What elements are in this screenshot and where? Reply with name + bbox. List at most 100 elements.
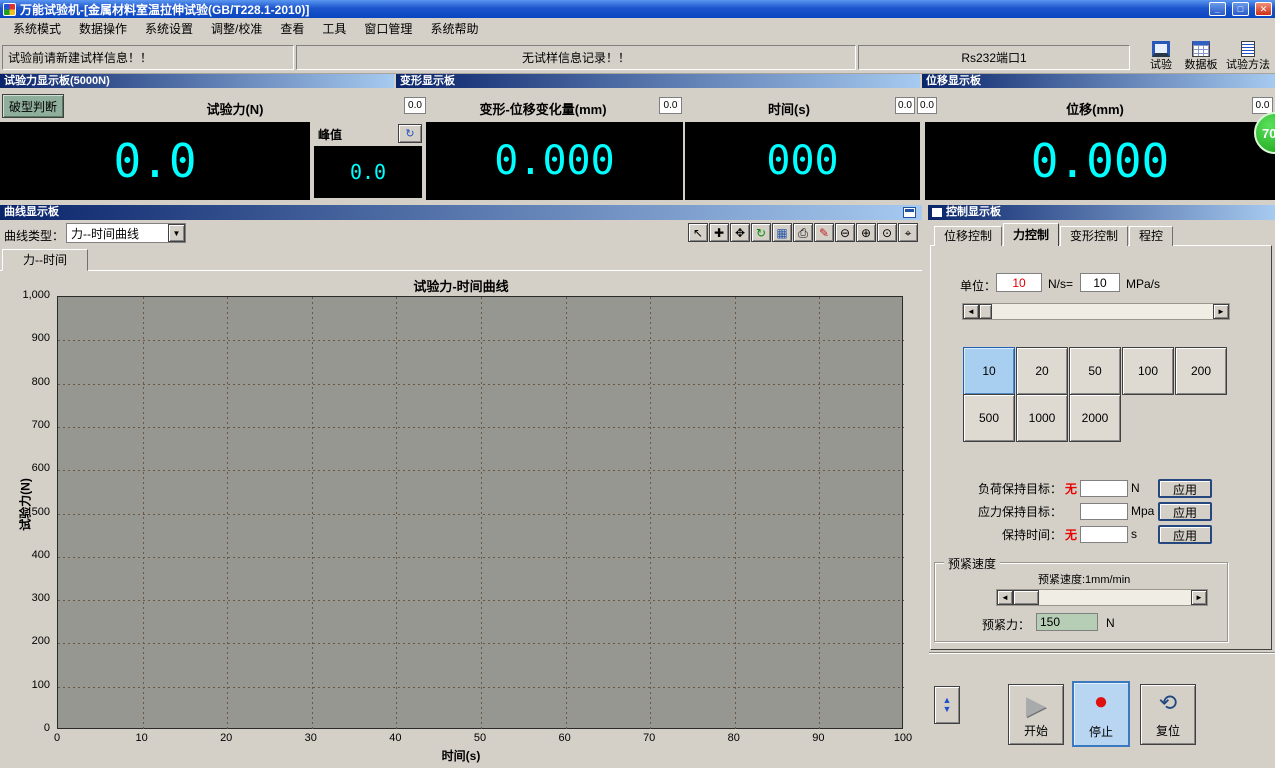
preset-100-button[interactable]: 100: [1122, 347, 1174, 395]
y-tick-label: 1,000: [0, 289, 52, 301]
restore-window-icon[interactable]: [903, 207, 916, 218]
scroll-thumb[interactable]: [1013, 590, 1039, 605]
x-tick-label: 10: [120, 732, 164, 744]
preset-10-button[interactable]: 10: [963, 347, 1015, 395]
force-small-value: 0.0: [404, 97, 426, 114]
curve-panel-header: 曲线显示板: [0, 205, 922, 220]
force-panel-header: 试验力显示板(5000N): [0, 74, 394, 88]
tab-force-control[interactable]: 力控制: [1003, 223, 1059, 246]
menu-adjust-calibrate[interactable]: 调整/校准: [202, 19, 271, 39]
hold-time-input[interactable]: [1080, 526, 1128, 543]
deform-label: 变形-位移变化量(mm): [430, 99, 656, 118]
pan-icon[interactable]: [730, 223, 750, 242]
print-icon[interactable]: [793, 223, 813, 242]
minimize-button[interactable]: _: [1209, 2, 1226, 16]
y-tick-label: 100: [0, 679, 52, 691]
force-label: 试验力(N): [70, 99, 400, 118]
rate-scrollbar[interactable]: [962, 303, 1230, 320]
menu-system-mode[interactable]: 系统模式: [4, 19, 70, 39]
unit-suffix-label: MPa/s: [1126, 277, 1160, 291]
peak-reset-icon[interactable]: [398, 124, 422, 143]
pen-icon[interactable]: [814, 223, 834, 242]
stress-hold-apply-button[interactable]: 应用: [1158, 502, 1212, 521]
zoom-out-icon[interactable]: [835, 223, 855, 242]
menu-system-help[interactable]: 系统帮助: [421, 19, 487, 39]
y-tick-label: 700: [0, 419, 52, 431]
chart-title: 试验力-时间曲线: [0, 276, 922, 295]
test-method-toolbar-button[interactable]: 试验方法: [1222, 41, 1274, 73]
load-hold-input[interactable]: [1080, 480, 1128, 497]
preset-500-button[interactable]: 500: [963, 394, 1015, 442]
app-icon: [3, 3, 16, 16]
preload-speed-scrollbar[interactable]: [996, 589, 1208, 606]
reset-button[interactable]: 复位: [1140, 684, 1196, 745]
stress-hold-input[interactable]: [1080, 503, 1128, 520]
preset-50-button[interactable]: 50: [1069, 347, 1121, 395]
peak-label: 峰值: [318, 126, 342, 143]
title-bar: 万能试验机-[金属材料室温拉伸试验(GB/T228.1-2010)] _ □ ✕: [0, 0, 1275, 18]
crosshair-icon[interactable]: [709, 223, 729, 242]
hold-time-label: 保持时间：: [934, 526, 1062, 543]
menu-data-operations[interactable]: 数据操作: [70, 19, 136, 39]
tab-program-control[interactable]: 程控: [1129, 226, 1173, 246]
preset-200-button[interactable]: 200: [1175, 347, 1227, 395]
preset-2000-button[interactable]: 2000: [1069, 394, 1121, 442]
displacement-led-display: 0.000: [925, 122, 1275, 200]
maximize-button[interactable]: □: [1232, 2, 1249, 16]
x-tick-label: 50: [458, 732, 502, 744]
divider: [929, 652, 1275, 654]
preload-speed-label: 预紧速度:1mm/min: [1038, 571, 1130, 587]
start-button[interactable]: 开始: [1008, 684, 1064, 745]
preload-force-input[interactable]: [1036, 613, 1098, 631]
zoom-window-icon[interactable]: [877, 223, 897, 242]
menu-view[interactable]: 查看: [271, 19, 313, 39]
scroll-right-icon[interactable]: [1213, 304, 1229, 319]
port-status: Rs232端口1: [858, 45, 1130, 70]
stress-rate-input[interactable]: [1080, 273, 1120, 292]
control-tab-strip: 位移控制 力控制 变形控制 程控: [934, 223, 1174, 246]
break-judge-button[interactable]: 破型判断: [2, 94, 64, 118]
tab-force-time-curve[interactable]: 力--时间: [2, 249, 88, 271]
menu-system-settings[interactable]: 系统设置: [136, 19, 202, 39]
x-tick-label: 40: [373, 732, 417, 744]
scroll-right-icon[interactable]: [1191, 590, 1207, 605]
time-small-value-2: 0.0: [917, 97, 937, 114]
stop-button[interactable]: 停止: [1072, 681, 1130, 747]
application-window: 万能试验机-[金属材料室温拉伸试验(GB/T228.1-2010)] _ □ ✕…: [0, 0, 1275, 768]
deform-small-value: 0.0: [659, 97, 682, 114]
scroll-left-icon[interactable]: [997, 590, 1013, 605]
preset-20-button[interactable]: 20: [1016, 347, 1068, 395]
refresh-icon[interactable]: [751, 223, 771, 242]
data-board-toolbar-button[interactable]: 数据板: [1178, 41, 1224, 73]
preset-1000-button[interactable]: 1000: [1016, 394, 1068, 442]
menu-window-manage[interactable]: 窗口管理: [355, 19, 421, 39]
test-method-toolbar-label: 试验方法: [1226, 58, 1270, 72]
hold-time-apply-button[interactable]: 应用: [1158, 525, 1212, 544]
tab-deform-control[interactable]: 变形控制: [1060, 226, 1128, 246]
plot-area[interactable]: [57, 296, 903, 729]
control-panel-title: 控制显示板: [946, 205, 1001, 220]
tab-displacement-control[interactable]: 位移控制: [934, 226, 1002, 246]
x-tick-label: 20: [204, 732, 248, 744]
x-tick-label: 90: [796, 732, 840, 744]
jog-up-down-button[interactable]: [934, 686, 960, 724]
close-button[interactable]: ✕: [1255, 2, 1272, 16]
time-label: 时间(s): [688, 99, 890, 118]
menu-tools[interactable]: 工具: [313, 19, 355, 39]
load-hold-apply-button[interactable]: 应用: [1158, 479, 1212, 498]
save-icon[interactable]: [772, 223, 792, 242]
scroll-left-icon[interactable]: [963, 304, 979, 319]
scroll-thumb[interactable]: [979, 304, 992, 319]
zoom-reset-icon[interactable]: [898, 223, 918, 242]
force-rate-input[interactable]: [996, 273, 1042, 292]
time-small-value-1: 0.0: [895, 97, 915, 114]
deform-panel-header: 变形显示板: [396, 74, 920, 88]
y-tick-label: 800: [0, 376, 52, 388]
x-tick-label: 70: [627, 732, 671, 744]
chevron-down-icon[interactable]: [168, 224, 185, 242]
zoom-in-icon[interactable]: [856, 223, 876, 242]
load-hold-label: 负荷保持目标：: [934, 480, 1062, 497]
curve-type-select[interactable]: 力--时间曲线: [66, 223, 186, 243]
select-icon[interactable]: [688, 223, 708, 242]
play-icon: [1026, 692, 1046, 718]
